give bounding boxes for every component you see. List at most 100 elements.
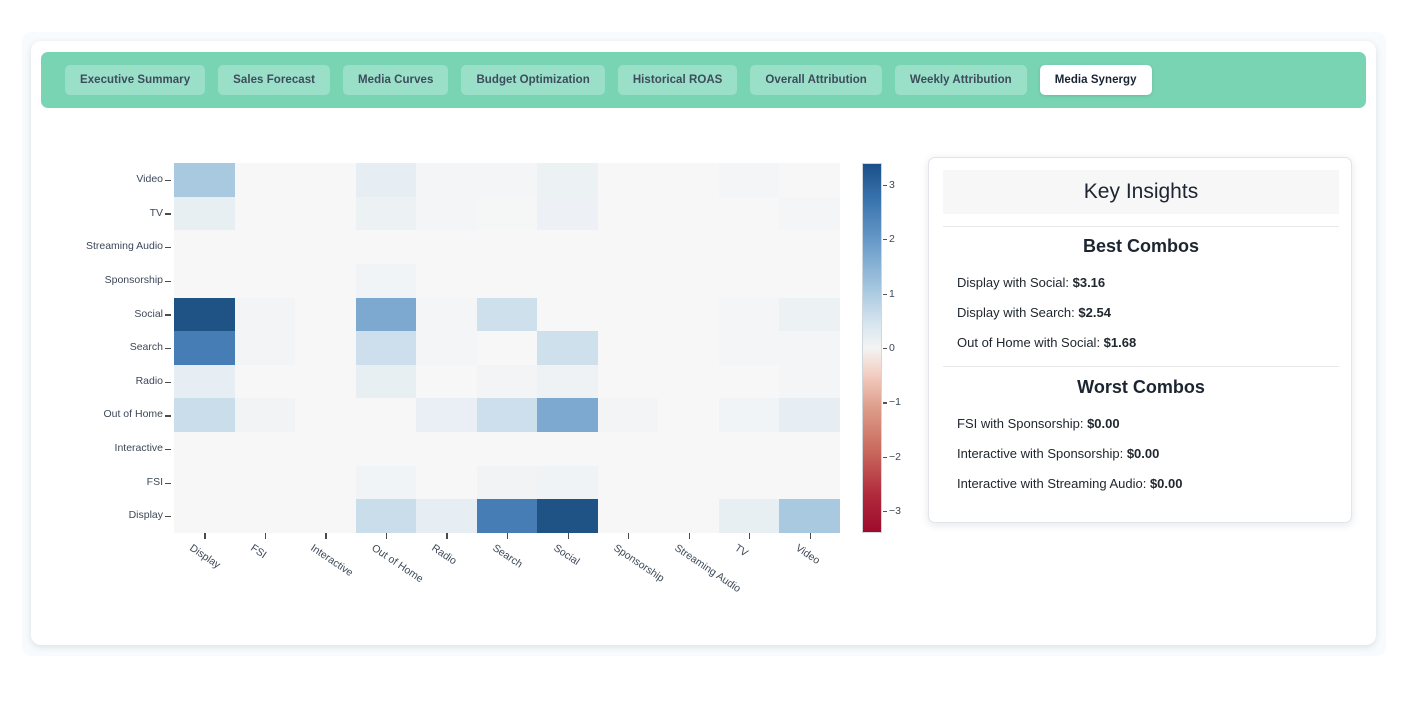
heatmap-cell[interactable] xyxy=(355,499,417,534)
heatmap-cell[interactable] xyxy=(416,331,478,366)
heatmap-cell[interactable] xyxy=(537,263,599,299)
heatmap-cell[interactable] xyxy=(779,230,841,265)
heatmap-cell[interactable] xyxy=(476,499,538,534)
heatmap-cell[interactable] xyxy=(416,163,478,198)
heatmap-cell[interactable] xyxy=(779,398,841,433)
heatmap-cell[interactable] xyxy=(658,398,720,433)
heatmap-cell[interactable] xyxy=(476,331,538,366)
heatmap-cell[interactable] xyxy=(416,465,478,500)
heatmap-cell[interactable] xyxy=(537,364,599,399)
heatmap-cell[interactable] xyxy=(476,263,538,299)
heatmap-cell[interactable] xyxy=(295,163,357,198)
heatmap-cell[interactable] xyxy=(355,331,417,366)
heatmap-cell[interactable] xyxy=(718,196,780,231)
heatmap-cell[interactable] xyxy=(658,297,720,332)
heatmap-cell[interactable] xyxy=(234,331,296,366)
heatmap-cell[interactable] xyxy=(234,163,296,198)
heatmap-cell[interactable] xyxy=(416,398,478,433)
heatmap-cell[interactable] xyxy=(597,465,659,500)
heatmap-cell[interactable] xyxy=(476,163,538,198)
heatmap-cell[interactable] xyxy=(537,465,599,500)
heatmap-cell[interactable] xyxy=(718,230,780,265)
heatmap-cell[interactable] xyxy=(779,263,841,299)
heatmap-cell[interactable] xyxy=(718,163,780,198)
tab-budget-optimization[interactable]: Budget Optimization xyxy=(461,65,605,95)
heatmap-cell[interactable] xyxy=(476,398,538,433)
heatmap-cell[interactable] xyxy=(597,263,659,299)
heatmap-cell[interactable] xyxy=(416,196,478,231)
heatmap-cell[interactable] xyxy=(174,432,236,467)
heatmap-cell[interactable] xyxy=(658,499,720,534)
tab-executive-summary[interactable]: Executive Summary xyxy=(65,65,206,95)
heatmap-cell[interactable] xyxy=(295,263,357,299)
heatmap-cell[interactable] xyxy=(355,196,417,231)
heatmap-cell[interactable] xyxy=(174,230,236,265)
heatmap-cell[interactable] xyxy=(295,331,357,366)
heatmap-cell[interactable] xyxy=(355,163,417,198)
heatmap-cell[interactable] xyxy=(779,331,841,366)
heatmap-cell[interactable] xyxy=(416,263,478,299)
heatmap-cell[interactable] xyxy=(718,465,780,500)
heatmap-cell[interactable] xyxy=(779,364,841,399)
heatmap-cell[interactable] xyxy=(295,499,357,534)
heatmap-cell[interactable] xyxy=(355,465,417,500)
heatmap-cell[interactable] xyxy=(476,465,538,500)
heatmap-cell[interactable] xyxy=(174,163,236,198)
heatmap-cell[interactable] xyxy=(355,398,417,433)
heatmap-cell[interactable] xyxy=(476,297,538,332)
heatmap-cell[interactable] xyxy=(295,398,357,433)
heatmap-cell[interactable] xyxy=(416,297,478,332)
heatmap-cell[interactable] xyxy=(174,263,236,299)
heatmap-cell[interactable] xyxy=(779,432,841,467)
heatmap-cell[interactable] xyxy=(597,230,659,265)
heatmap-cell[interactable] xyxy=(658,230,720,265)
heatmap-cell[interactable] xyxy=(597,499,659,534)
heatmap-cell[interactable] xyxy=(718,364,780,399)
heatmap-cell[interactable] xyxy=(537,196,599,231)
heatmap-cell[interactable] xyxy=(295,230,357,265)
heatmap-cell[interactable] xyxy=(658,432,720,467)
heatmap-cell[interactable] xyxy=(476,230,538,265)
heatmap-cell[interactable] xyxy=(718,263,780,299)
heatmap-cell[interactable] xyxy=(234,499,296,534)
heatmap-cell[interactable] xyxy=(295,465,357,500)
tab-historical-roas[interactable]: Historical ROAS xyxy=(617,65,738,95)
heatmap-cell[interactable] xyxy=(537,398,599,433)
heatmap-cell[interactable] xyxy=(234,230,296,265)
heatmap-cell[interactable] xyxy=(658,163,720,198)
heatmap-cell[interactable] xyxy=(658,465,720,500)
heatmap-cell[interactable] xyxy=(537,432,599,467)
heatmap-cell[interactable] xyxy=(779,196,841,231)
heatmap-cell[interactable] xyxy=(355,432,417,467)
heatmap-cell[interactable] xyxy=(174,364,236,399)
heatmap-cell[interactable] xyxy=(718,499,780,534)
heatmap-cell[interactable] xyxy=(658,196,720,231)
heatmap-cell[interactable] xyxy=(537,331,599,366)
heatmap-cell[interactable] xyxy=(779,465,841,500)
heatmap-cell[interactable] xyxy=(295,196,357,231)
heatmap-cell[interactable] xyxy=(779,163,841,198)
heatmap-cell[interactable] xyxy=(718,432,780,467)
heatmap-cell[interactable] xyxy=(416,364,478,399)
heatmap-cell[interactable] xyxy=(718,331,780,366)
heatmap-cell[interactable] xyxy=(234,364,296,399)
heatmap-cell[interactable] xyxy=(174,297,236,332)
heatmap-cell[interactable] xyxy=(718,297,780,332)
heatmap-cell[interactable] xyxy=(416,499,478,534)
heatmap-cell[interactable] xyxy=(597,398,659,433)
heatmap-cell[interactable] xyxy=(779,499,841,534)
heatmap-cell[interactable] xyxy=(174,465,236,500)
heatmap-cell[interactable] xyxy=(416,432,478,467)
heatmap-cell[interactable] xyxy=(476,432,538,467)
heatmap-cell[interactable] xyxy=(234,398,296,433)
heatmap-cell[interactable] xyxy=(416,230,478,265)
heatmap-cell[interactable] xyxy=(295,432,357,467)
heatmap-cell[interactable] xyxy=(718,398,780,433)
heatmap-cell[interactable] xyxy=(355,230,417,265)
heatmap-cell[interactable] xyxy=(597,196,659,231)
heatmap-cell[interactable] xyxy=(355,263,417,299)
heatmap-cell[interactable] xyxy=(658,364,720,399)
tab-sales-forecast[interactable]: Sales Forecast xyxy=(218,65,331,95)
tab-overall-attribution[interactable]: Overall Attribution xyxy=(750,65,882,95)
heatmap-cell[interactable] xyxy=(234,263,296,299)
